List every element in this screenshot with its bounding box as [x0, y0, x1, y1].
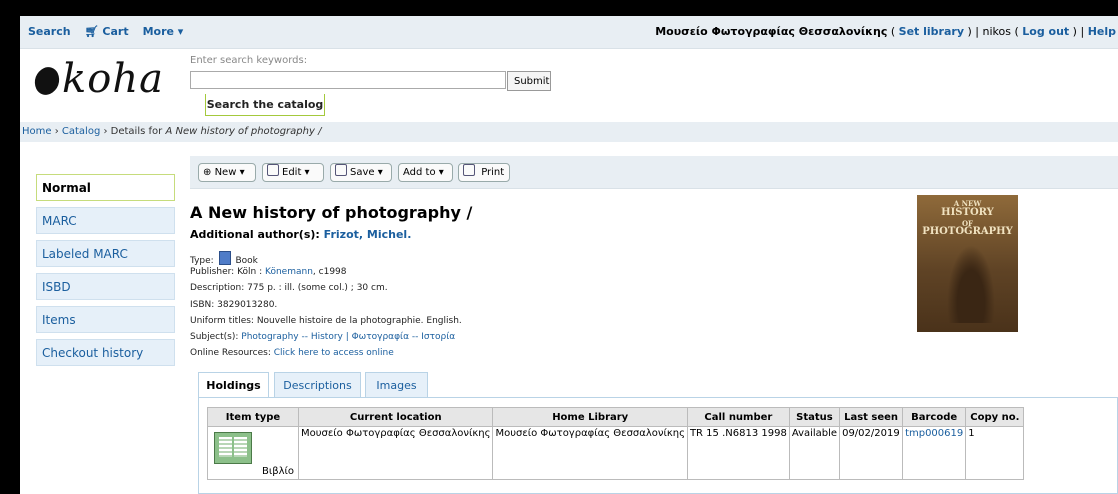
breadcrumb-home[interactable]: Home — [22, 126, 52, 137]
cover-figure — [947, 245, 995, 323]
cart-icon: 🛒︎ — [84, 25, 99, 38]
save-button[interactable]: Save ▾ — [330, 163, 392, 182]
add-to-button[interactable]: Add to ▾ — [398, 163, 453, 182]
record-uniform-title: Uniform titles: Nouvelle histoire de la … — [190, 316, 462, 326]
col-copy-no[interactable]: Copy no. — [965, 407, 1025, 427]
record-publisher: Publisher: Köln : Könemann, c1998 — [190, 267, 347, 277]
username: nikos — [982, 25, 1011, 38]
book-icon — [218, 251, 231, 265]
record-title: A New history of photography / — [190, 203, 473, 222]
author-link[interactable]: Frizot, Michel. — [324, 228, 412, 241]
save-icon — [335, 164, 347, 176]
help-link[interactable]: Help — [1088, 25, 1116, 38]
left-nav: Normal MARC Labeled MARC ISBD Items Chec… — [36, 174, 175, 372]
col-item-type[interactable]: Item type — [207, 407, 299, 427]
col-status[interactable]: Status — [788, 407, 841, 427]
print-label: Print — [481, 167, 505, 178]
online-label: Online Resources: — [190, 348, 271, 358]
cart-label: Cart — [102, 25, 129, 38]
cover-line4: PHOTOGRAPHY — [922, 226, 1013, 237]
breadcrumb-title: A New history of photography / — [165, 126, 322, 137]
publisher-place: Köln : — [237, 267, 263, 277]
library-name: Μουσείο Φωτογραφίας Θεσσαλονίκης — [655, 25, 888, 38]
nav-items[interactable]: Items — [36, 306, 175, 333]
record-description: Description: 775 p. : ill. (some col.) ;… — [190, 283, 388, 293]
top-bar: Search 🛒︎ Cart More ▾ Μουσείο Φωτογραφία… — [20, 16, 1118, 49]
cell-call-number: TR 15 .N6813 1998 — [686, 426, 790, 480]
record-author: Additional author(s): Frizot, Michel. — [190, 228, 411, 241]
subjects-label: Subject(s): — [190, 332, 239, 342]
cart-link[interactable]: 🛒︎ Cart — [85, 25, 129, 38]
breadcrumb-catalog[interactable]: Catalog — [62, 126, 100, 137]
cover-image[interactable]: A NEW HISTORY OF PHOTOGRAPHY — [917, 195, 1018, 332]
toolbar: ⊕ New ▾ Edit ▾ Save ▾ Add to ▾ Print — [190, 156, 1118, 189]
author-label: Additional author(s): — [190, 228, 320, 241]
save-label: Save ▾ — [350, 167, 383, 178]
print-icon — [463, 164, 475, 176]
publisher-link[interactable]: Könemann — [265, 267, 313, 277]
search-input[interactable] — [190, 71, 506, 89]
col-call-number[interactable]: Call number — [686, 407, 790, 427]
logout-link[interactable]: Log out — [1022, 25, 1069, 38]
new-label: New ▾ — [214, 167, 245, 178]
subjects-link[interactable]: Photography -- History | Φωτογραφία -- Ι… — [241, 332, 455, 342]
search-hint: Enter search keywords: — [190, 55, 308, 66]
more-menu[interactable]: More ▾ — [143, 25, 184, 38]
search-catalog-tab[interactable]: Search the catalog — [205, 94, 325, 116]
cell-current-location: Μουσείο Φωτογραφίας Θεσσαλονίκης — [297, 426, 494, 480]
table-row: Βιβλίο Μουσείο Φωτογραφίας Θεσσαλονίκης … — [207, 426, 1025, 480]
col-last-seen[interactable]: Last seen — [839, 407, 904, 427]
cell-barcode: tmp000619 — [902, 426, 967, 480]
record-online-resources: Online Resources: Click here to access o… — [190, 348, 394, 358]
col-current-location[interactable]: Current location — [297, 407, 494, 427]
breadcrumb-details-prefix: Details for — [110, 126, 163, 137]
cell-copy-no: 1 — [965, 426, 1025, 480]
search-link[interactable]: Search — [28, 25, 71, 38]
koha-logo[interactable]: koha — [29, 56, 164, 102]
col-barcode[interactable]: Barcode — [902, 407, 967, 427]
barcode-link[interactable]: tmp000619 — [905, 428, 963, 439]
koha-page: Search 🛒︎ Cart More ▾ Μουσείο Φωτογραφία… — [20, 16, 1118, 494]
cell-last-seen: 09/02/2019 — [839, 426, 904, 480]
nav-labeled-marc[interactable]: Labeled MARC — [36, 240, 175, 267]
book-icon — [214, 432, 252, 464]
nav-isbd[interactable]: ISBD — [36, 273, 175, 300]
edit-button[interactable]: Edit ▾ — [262, 163, 324, 182]
nav-normal[interactable]: Normal — [36, 174, 175, 201]
tab-descriptions[interactable]: Descriptions — [274, 372, 361, 398]
logo-text: koha — [62, 56, 164, 102]
tab-holdings[interactable]: Holdings — [198, 372, 269, 398]
record-type: Type: Book — [190, 251, 258, 266]
record-subjects: Subject(s): Photography -- History | Φωτ… — [190, 332, 455, 342]
print-button[interactable]: Print — [458, 163, 510, 182]
edit-icon — [267, 164, 279, 176]
tab-images[interactable]: Images — [365, 372, 428, 398]
add-to-label: Add to ▾ — [403, 167, 444, 178]
cell-home-library: Μουσείο Φωτογραφίας Θεσσαλονίκης — [492, 426, 688, 480]
koha-leaf-icon — [29, 63, 65, 99]
edit-label: Edit ▾ — [282, 167, 310, 178]
online-link[interactable]: Click here to access online — [274, 348, 394, 358]
holdings-header-row: Item type Current location Home Library … — [207, 407, 1025, 427]
nav-marc[interactable]: MARC — [36, 207, 175, 234]
nav-checkout-history[interactable]: Checkout history — [36, 339, 175, 366]
cell-item-type: Βιβλίο — [207, 426, 299, 480]
new-icon: ⊕ — [203, 167, 212, 178]
new-button[interactable]: ⊕ New ▾ — [198, 163, 256, 182]
publisher-year: , c1998 — [312, 267, 347, 277]
set-library-link[interactable]: Set library — [899, 25, 964, 38]
publisher-label: Publisher: — [190, 267, 235, 277]
submit-button[interactable]: Submit — [507, 71, 551, 91]
col-home-library[interactable]: Home Library — [492, 407, 688, 427]
cell-status: Available — [788, 426, 841, 480]
breadcrumb: Home › Catalog › Details for A New histo… — [20, 122, 1118, 142]
item-type-label: Βιβλίο — [261, 466, 294, 477]
cover-line2: HISTORY — [941, 207, 994, 218]
record-isbn: ISBN: 3829013280. — [190, 300, 278, 310]
holdings-table: Item type Current location Home Library … — [207, 407, 1025, 480]
type-value: Book — [235, 256, 258, 266]
type-label: Type: — [190, 256, 214, 266]
